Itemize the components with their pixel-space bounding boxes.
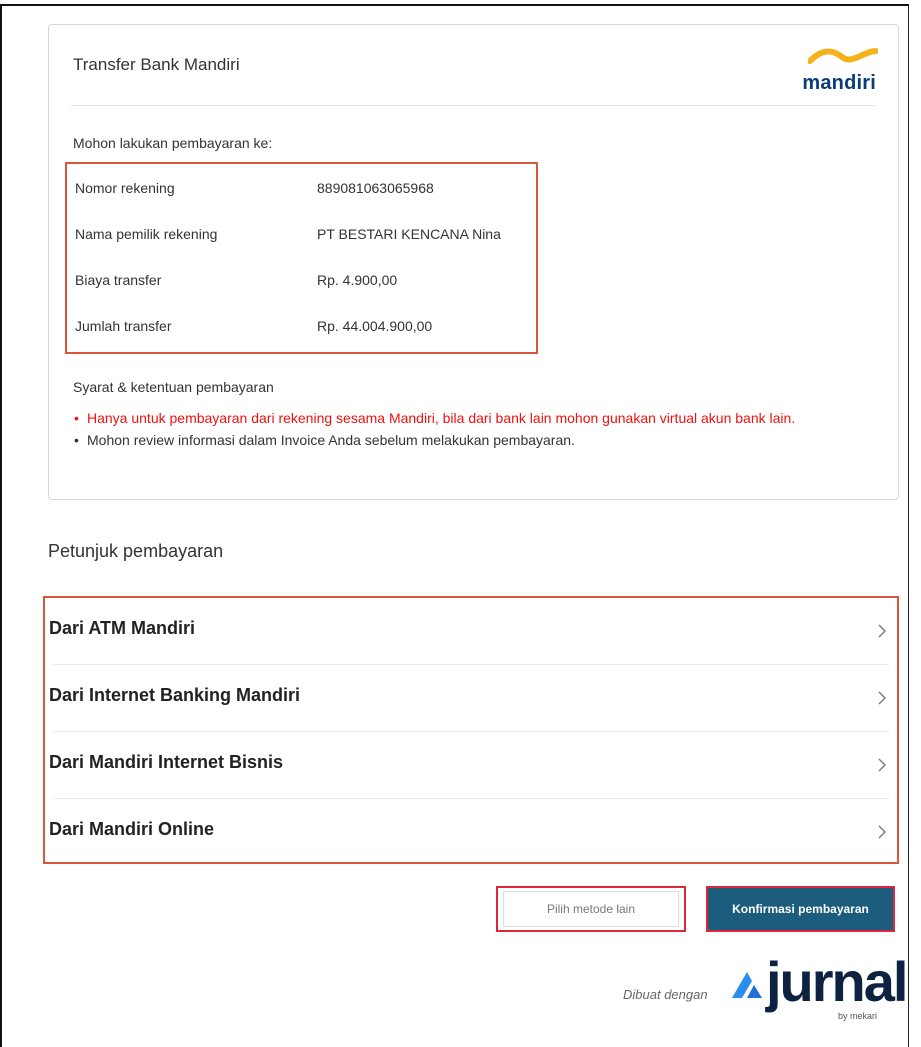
accordion-label: Dari Mandiri Online: [49, 819, 215, 839]
detail-label: Biaya transfer: [75, 272, 162, 288]
payment-card: Transfer Bank Mandiri mandiri Mohon laku…: [48, 24, 899, 500]
page-frame: Transfer Bank Mandiri mandiri Mohon laku…: [0, 4, 909, 1047]
accordion-item-internet-banking[interactable]: Dari Internet Banking Mandiri: [45, 665, 897, 731]
accordion-label: Dari ATM Mandiri: [49, 618, 196, 638]
payment-instruction: Mohon lakukan pembayaran ke:: [73, 135, 273, 151]
detail-value: 889081063065968: [317, 180, 434, 196]
accordion-item-internet-bisnis[interactable]: Dari Mandiri Internet Bisnis: [45, 732, 897, 798]
terms-item-warning: Hanya untuk pembayaran dari rekening ses…: [71, 409, 886, 428]
divider: [71, 105, 876, 106]
card-title: Transfer Bank Mandiri: [73, 55, 240, 74]
chevron-right-icon: [878, 624, 886, 638]
detail-label: Jumlah transfer: [75, 318, 172, 334]
chevron-right-icon: [878, 758, 886, 772]
by-mekari-text: by mekari: [838, 1011, 878, 1021]
detail-label: Nomor rekening: [75, 180, 175, 196]
chevron-right-icon: [878, 691, 886, 705]
confirm-payment-button[interactable]: Konfirmasi pembayaran: [706, 886, 895, 932]
accordion-label: Dari Mandiri Internet Bisnis: [49, 752, 284, 772]
mandiri-logo-text: mandiri: [802, 72, 876, 94]
button-label: Pilih metode lain: [546, 902, 636, 916]
detail-label: Nama pemilik rekening: [75, 226, 218, 242]
terms-list: Hanya untuk pembayaran dari rekening ses…: [71, 409, 886, 453]
detail-value: PT BESTARI KENCANA Nina: [317, 226, 501, 242]
jurnal-mark-icon: [732, 972, 762, 998]
account-details-box: Nomor rekening 889081063065968 Nama pemi…: [65, 162, 538, 354]
terms-item: Mohon review informasi dalam Invoice And…: [71, 431, 886, 450]
choose-other-method-button[interactable]: Pilih metode lain: [496, 886, 686, 932]
accordion-item-atm[interactable]: Dari ATM Mandiri: [45, 598, 897, 664]
terms-heading: Syarat & ketentuan pembayaran: [73, 379, 274, 395]
detail-value: Rp. 4.900,00: [317, 272, 398, 288]
button-label-wrap: Pilih metode lain: [503, 891, 679, 927]
accordion-item-mandiri-online[interactable]: Dari Mandiri Online: [45, 799, 897, 865]
jurnal-logo: jurnal by mekari: [730, 954, 908, 1026]
chevron-right-icon: [878, 825, 886, 839]
mandiri-wave-icon: [808, 48, 878, 64]
instructions-title: Petunjuk pembayaran: [48, 541, 224, 561]
jurnal-brand-text: jurnal: [766, 950, 908, 1013]
instructions-accordion: Dari ATM Mandiri Dari Internet Banking M…: [43, 596, 899, 864]
accordion-label: Dari Internet Banking Mandiri: [49, 685, 301, 705]
mandiri-logo: mandiri: [768, 45, 878, 95]
detail-value: Rp. 44.004.900,00: [317, 318, 433, 334]
made-with-text: Dibuat dengan: [623, 987, 708, 1002]
button-label: Konfirmasi pembayaran: [732, 902, 869, 916]
